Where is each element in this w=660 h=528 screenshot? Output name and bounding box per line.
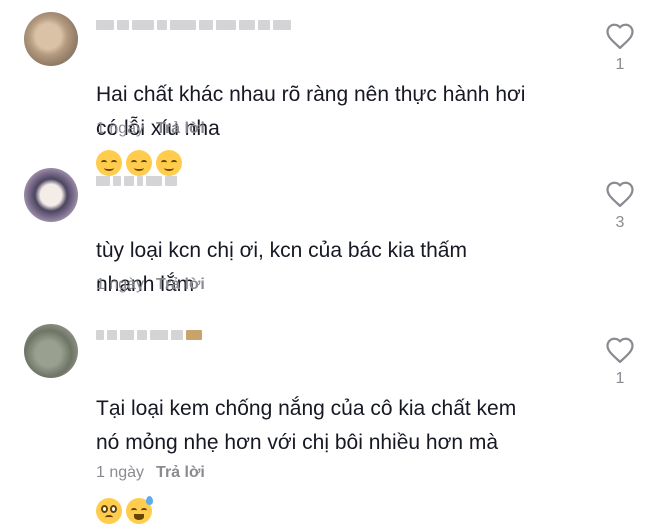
heart-outline-icon: [606, 181, 634, 207]
like-button[interactable]: 1: [602, 336, 638, 388]
blurred-username: [96, 18, 291, 32]
relieved-face-icon: [96, 150, 122, 177]
like-count: 1: [615, 370, 625, 387]
relieved-face-icon: [126, 150, 152, 177]
relieved-face-icon: [156, 150, 182, 177]
heart-outline-icon: [606, 337, 634, 363]
like-button[interactable]: 1: [602, 22, 638, 74]
avatar[interactable]: [24, 324, 78, 378]
comment-meta: 1 ngày Trả lời: [96, 120, 205, 138]
avatar[interactable]: [24, 12, 78, 66]
blurred-username: [96, 328, 202, 342]
like-button[interactable]: 3: [602, 180, 638, 232]
blurred-username: [96, 174, 177, 188]
reply-button[interactable]: Trả lời: [156, 276, 205, 294]
comment-time: 1 ngày: [96, 120, 145, 137]
reply-button[interactable]: Trả lời: [156, 464, 205, 482]
emoji-group: [96, 496, 153, 525]
grinning-face-with-sweat-icon: [126, 496, 153, 525]
pleading-face-icon: [96, 498, 122, 525]
comment-text: Hai chất khác nhau rõ ràng nên thực hành…: [96, 44, 570, 180]
comment-text-body: Tại loại kem chống nắng của cô kia chất …: [96, 397, 517, 454]
avatar[interactable]: [24, 168, 78, 222]
comment-time: 1 ngày: [96, 276, 145, 293]
reply-button[interactable]: Trả lời: [156, 120, 205, 138]
like-count: 3: [615, 214, 625, 231]
comment-meta: 1 ngày Trả lời: [96, 464, 205, 482]
emoji-group: [96, 150, 182, 177]
comment-text: Tại loại kem chống nắng của cô kia chất …: [96, 358, 570, 528]
like-count: 1: [615, 56, 625, 73]
comment-meta: 1 ngày Trả lời: [96, 276, 205, 294]
heart-outline-icon: [606, 23, 634, 49]
comment-time: 1 ngày: [96, 464, 145, 481]
